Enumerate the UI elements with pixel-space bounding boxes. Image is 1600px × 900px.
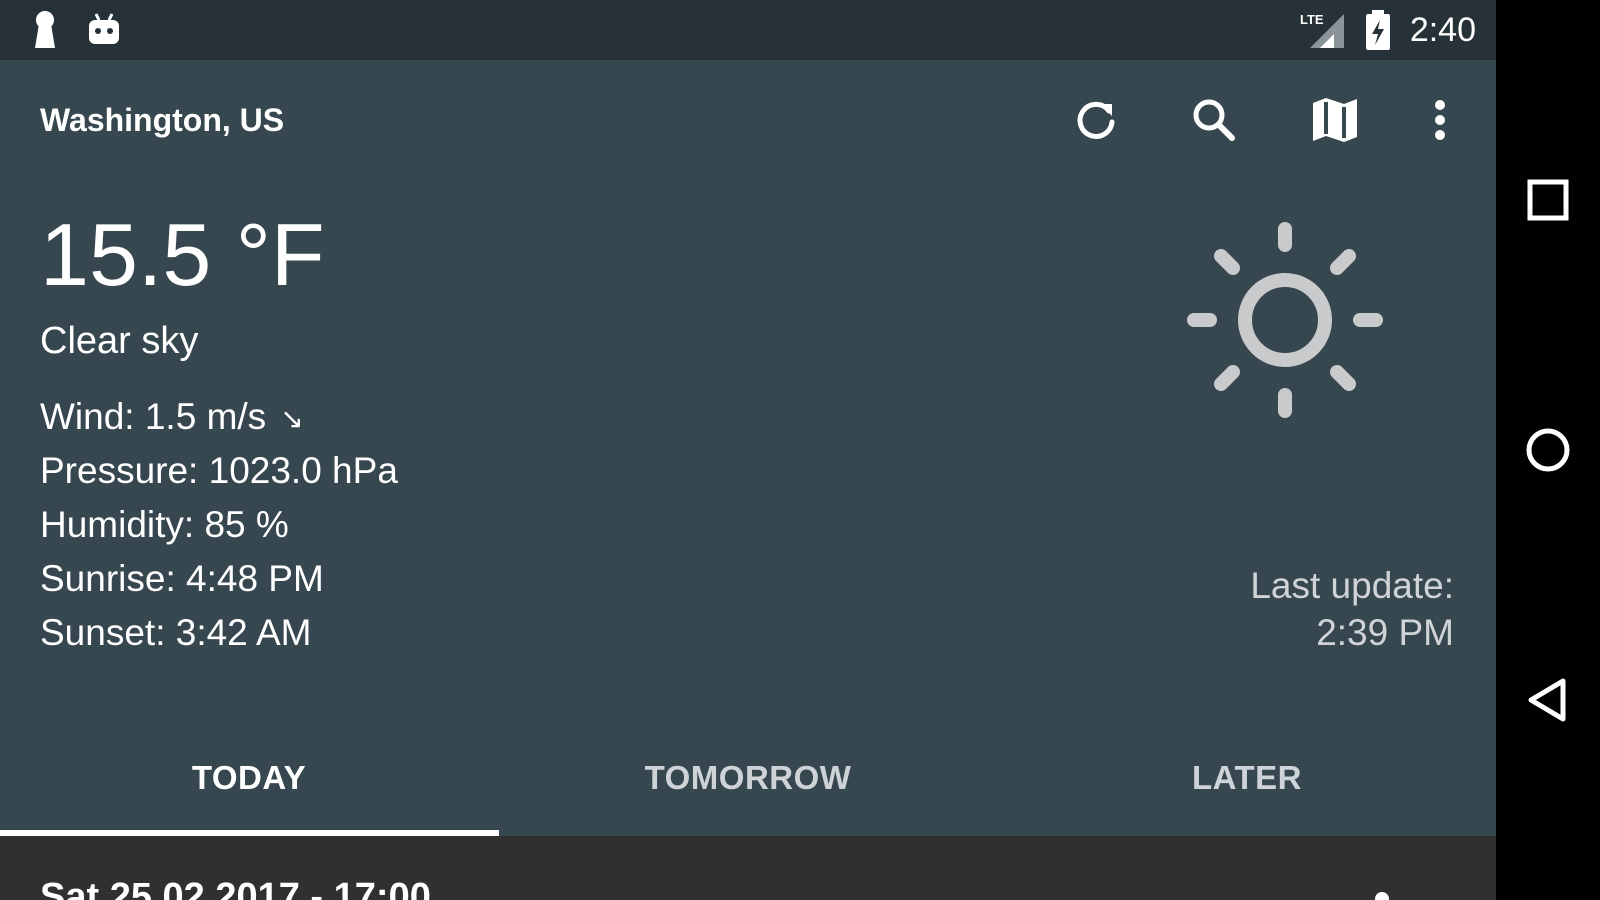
status-time: 2:40 bbox=[1409, 11, 1476, 49]
status-bar: LTE 2:40 bbox=[0, 0, 1496, 60]
sunrise-text: Sunrise: 4:48 PM bbox=[40, 558, 324, 599]
recents-button[interactable] bbox=[1518, 170, 1578, 230]
sunset-text: Sunset: 3:42 AM bbox=[40, 612, 312, 653]
pressure-text: Pressure: 1023.0 hPa bbox=[40, 450, 398, 491]
wind-row: Wind: 1.5 m/s ↘ bbox=[40, 394, 304, 442]
refresh-icon bbox=[1077, 101, 1115, 139]
last-update-time: 2:39 PM bbox=[1316, 612, 1454, 653]
wind-text: Wind: 1.5 m/s bbox=[40, 396, 267, 437]
tab-today[interactable]: TODAY bbox=[0, 720, 498, 836]
search-button[interactable] bbox=[1184, 90, 1244, 150]
app-screen: LTE 2:40 Washington, US 15.5 °F Clear sk… bbox=[0, 0, 1496, 900]
weather-description: Clear sky bbox=[40, 320, 199, 362]
overflow-menu-icon bbox=[1435, 100, 1445, 140]
app-bar: Washington, US bbox=[0, 60, 1496, 180]
humidity-text: Humidity: 85 % bbox=[40, 504, 289, 545]
back-button[interactable] bbox=[1518, 670, 1578, 730]
sun-icon bbox=[1180, 215, 1390, 425]
map-button[interactable] bbox=[1305, 90, 1365, 150]
battery-charging-icon bbox=[1364, 10, 1392, 57]
keyhole-icon bbox=[30, 10, 60, 55]
home-circle-icon bbox=[1526, 428, 1570, 472]
map-icon bbox=[1313, 98, 1357, 142]
overflow-menu-button[interactable] bbox=[1410, 90, 1470, 150]
last-update: Last update: 2:39 PM bbox=[1250, 562, 1454, 656]
last-update-label: Last update: bbox=[1250, 565, 1454, 606]
refresh-button[interactable] bbox=[1066, 90, 1126, 150]
home-button[interactable] bbox=[1518, 420, 1578, 480]
lte-label: LTE bbox=[1300, 12, 1324, 27]
back-triangle-icon bbox=[1528, 678, 1566, 722]
temperature: 15.5 °F bbox=[40, 205, 325, 304]
recents-square-icon bbox=[1527, 179, 1569, 221]
tab-tomorrow[interactable]: TOMORROW bbox=[499, 720, 997, 836]
search-icon bbox=[1193, 99, 1235, 141]
forecast-tabs: TODAY TOMORROW LATER bbox=[0, 720, 1496, 836]
android-icon bbox=[86, 10, 122, 55]
forecast-list[interactable]: Sat 25.02.2017 - 17:00 bbox=[0, 836, 1496, 900]
list-item-date: Sat 25.02.2017 - 17:00 bbox=[40, 876, 431, 900]
navigation-bar bbox=[1496, 0, 1600, 900]
location-title: Washington, US bbox=[40, 102, 285, 138]
list-item-weather-icon bbox=[1375, 892, 1389, 900]
lte-signal-icon: LTE bbox=[1300, 10, 1348, 55]
tab-later[interactable]: LATER bbox=[998, 720, 1496, 836]
wind-direction-icon: ↘ bbox=[280, 403, 304, 435]
